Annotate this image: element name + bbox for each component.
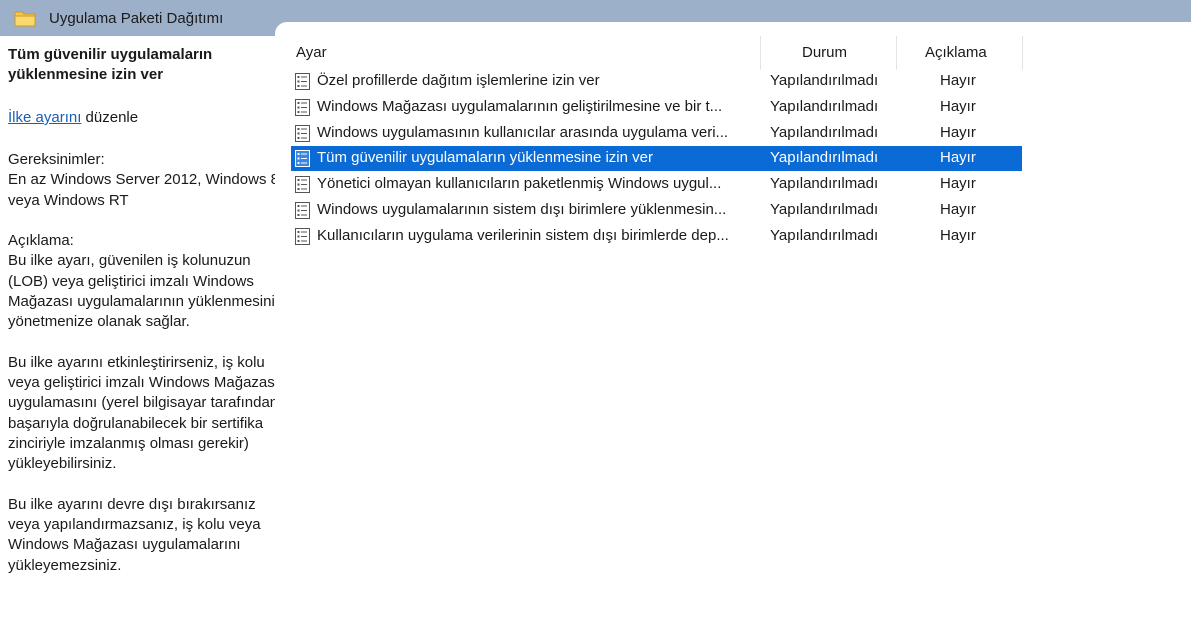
edit-policy-link[interactable]: İlke ayarını <box>8 109 81 126</box>
row-setting-name: Windows Mağazası uygulamalarının gelişti… <box>317 97 723 115</box>
row-status: Yapılandırılmadı <box>770 175 879 193</box>
description: Açıklama: Bu ilke ayarı, güvenilen iş ko… <box>8 231 280 596</box>
row-status: Yapılandırılmadı <box>770 97 879 115</box>
edit-suffix: düzenle <box>81 109 139 126</box>
table-row[interactable]: Windows uygulamalarının sistem dışı biri… <box>291 198 1022 223</box>
row-setting-name: Yönetici olmayan kullanıcıların paketlen… <box>317 175 722 193</box>
row-status: Yapılandırılmadı <box>770 123 879 141</box>
row-comment: Hayır <box>940 201 976 218</box>
table-row[interactable]: Kullanıcıların uygulama verilerinin sist… <box>291 224 1022 249</box>
column-divider[interactable] <box>760 36 761 70</box>
description-paragraph-1: Bu ilke ayarı, güvenilen iş kolunuzun (L… <box>8 252 275 331</box>
policy-setting-icon <box>295 202 310 219</box>
table-row[interactable]: Windows uygulamasının kullanıcılar arası… <box>291 121 1022 146</box>
policy-setting-icon <box>295 73 310 90</box>
edit-policy-line: İlke ayarını düzenle <box>8 109 138 126</box>
policy-setting-icon <box>295 98 310 116</box>
description-label: Açıklama: <box>8 232 74 249</box>
row-comment: Hayır <box>940 97 976 115</box>
row-comment: Hayır <box>940 72 976 89</box>
policy-setting-icon <box>295 176 310 194</box>
row-status: Yapılandırılmadı <box>770 201 879 218</box>
row-setting-name: Windows uygulamasının kullanıcılar arası… <box>317 123 729 141</box>
window-title: Uygulama Paketi Dağıtımı <box>49 10 224 27</box>
policy-setting-icon <box>295 124 310 142</box>
table-row[interactable]: Tüm güvenilir uygulamaların yüklenmesine… <box>291 146 1022 172</box>
row-status: Yapılandırılmadı <box>770 226 879 244</box>
folder-icon <box>14 11 36 27</box>
table-row[interactable]: Özel profillerde dağıtım işlemlerine izi… <box>291 69 1022 94</box>
details-pane: Tüm güvenilir uygulamaların yüklenmesine… <box>0 36 280 624</box>
description-paragraph-2: Bu ilke ayarını etkinleştirirseniz, iş k… <box>8 353 279 473</box>
row-setting-name: Özel profillerde dağıtım işlemlerine izi… <box>317 72 600 89</box>
row-comment: Hayır <box>940 149 976 167</box>
requirements-label: Gereksinimler: <box>8 151 105 168</box>
description-paragraph-3: Bu ilke ayarını devre dışı bırakırsanız … <box>8 495 261 574</box>
row-comment: Hayır <box>940 123 976 141</box>
column-divider[interactable] <box>896 36 897 70</box>
row-setting-name: Windows uygulamalarının sistem dışı biri… <box>317 201 727 218</box>
row-setting-name: Kullanıcıların uygulama verilerinin sist… <box>317 226 729 244</box>
row-setting-name: Tüm güvenilir uygulamaların yüklenmesine… <box>317 149 653 167</box>
row-comment: Hayır <box>940 226 976 244</box>
row-status: Yapılandırılmadı <box>770 72 879 89</box>
row-comment: Hayır <box>940 175 976 193</box>
table-row[interactable]: Windows Mağazası uygulamalarının gelişti… <box>291 95 1022 120</box>
policy-setting-icon <box>295 150 310 168</box>
policy-title: Tüm güvenilir uygulamaların yüklenmesine… <box>8 46 213 83</box>
policy-setting-icon <box>295 227 310 245</box>
column-divider[interactable] <box>1022 36 1023 70</box>
requirements-text: En az Windows Server 2012, Windows 8 vey… <box>8 171 279 209</box>
table-row[interactable]: Yönetici olmayan kullanıcıların paketlen… <box>291 172 1022 197</box>
requirements: Gereksinimler: En az Windows Server 2012… <box>8 150 280 211</box>
row-status: Yapılandırılmadı <box>770 149 879 167</box>
